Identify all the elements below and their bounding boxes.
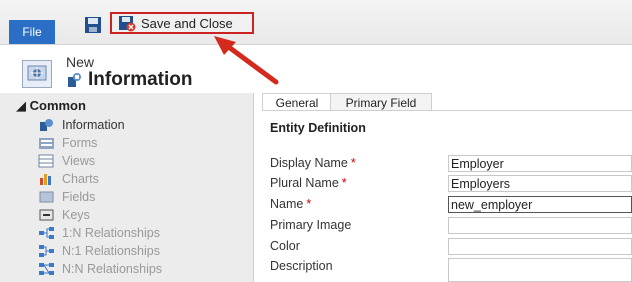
plural-name-field[interactable]: Employers: [448, 175, 632, 192]
color-field[interactable]: [448, 238, 632, 255]
description-field[interactable]: [448, 258, 632, 282]
primary-image-label: Primary Image: [270, 218, 352, 232]
keys-icon: [39, 209, 54, 221]
sidebar-item-label: Charts: [62, 172, 99, 186]
plural-name-label: Plural Name *: [270, 176, 347, 190]
sidebar-item-forms[interactable]: Forms: [38, 134, 97, 152]
fields-icon: [39, 191, 54, 203]
collapse-triangle-icon: ◢: [16, 98, 30, 113]
entity-icon: [22, 60, 52, 88]
relationship-nn-icon: [39, 263, 54, 275]
sidebar-section-label: Common: [29, 98, 86, 113]
display-name-label: Display Name *: [270, 156, 356, 170]
tab-divider: [262, 110, 632, 111]
color-label: Color: [270, 239, 300, 253]
name-field[interactable]: new_employer: [448, 196, 632, 213]
primary-image-field[interactable]: [448, 217, 632, 234]
sidebar-item-label: Fields: [62, 190, 96, 204]
save-and-close-label: Save and Close: [141, 15, 233, 31]
charts-icon: [40, 174, 51, 185]
description-label: Description: [270, 259, 333, 273]
file-tab[interactable]: File: [9, 20, 55, 44]
sidebar-item-information[interactable]: Information: [38, 116, 125, 134]
sidebar-item-keys[interactable]: Keys: [38, 206, 90, 224]
sidebar-item-nn-relationships[interactable]: N:N Relationships: [38, 260, 162, 278]
save-icon[interactable]: [84, 16, 102, 34]
relationship-n1-icon: [39, 245, 54, 257]
save-and-close-button[interactable]: Save and Close: [110, 12, 254, 34]
sidebar-item-views[interactable]: Views: [38, 152, 95, 170]
sidebar-item-label: Information: [62, 118, 125, 132]
sidebar-item-label: 1:N Relationships: [62, 226, 160, 240]
sidebar-item-n1-relationships[interactable]: N:1 Relationships: [38, 242, 160, 260]
sidebar-item-label: Views: [62, 154, 96, 168]
sidebar-item-1n-relationships[interactable]: 1:N Relationships: [38, 224, 160, 242]
sidebar-item-label: N:N Relationships: [62, 262, 163, 276]
relationship-1n-icon: [39, 227, 54, 239]
forms-icon: [39, 138, 54, 149]
tab-general[interactable]: General: [262, 93, 332, 111]
page-title-text: Information: [88, 69, 193, 90]
required-marker: *: [306, 197, 312, 211]
sidebar-item-charts[interactable]: Charts: [38, 170, 99, 188]
views-icon: [38, 154, 54, 168]
section-title: Entity Definition: [270, 121, 366, 135]
page-title: Information: [66, 69, 193, 91]
save-close-icon: [119, 16, 136, 32]
sidebar-item-fields[interactable]: Fields: [38, 188, 95, 206]
information-icon: [68, 73, 81, 87]
sidebar-section-common[interactable]: ◢ Common: [16, 98, 86, 114]
tab-primary-field[interactable]: Primary Field: [330, 93, 432, 111]
required-marker: *: [350, 156, 356, 170]
required-marker: *: [341, 176, 347, 190]
information-icon: [40, 119, 53, 131]
sidebar-item-label: Forms: [62, 136, 98, 150]
sidebar-item-label: N:1 Relationships: [62, 244, 160, 258]
sidebar-item-label: Keys: [62, 208, 90, 222]
entity-status-label: New: [66, 54, 95, 70]
name-label: Name *: [270, 197, 312, 211]
display-name-field[interactable]: Employer: [448, 155, 632, 172]
